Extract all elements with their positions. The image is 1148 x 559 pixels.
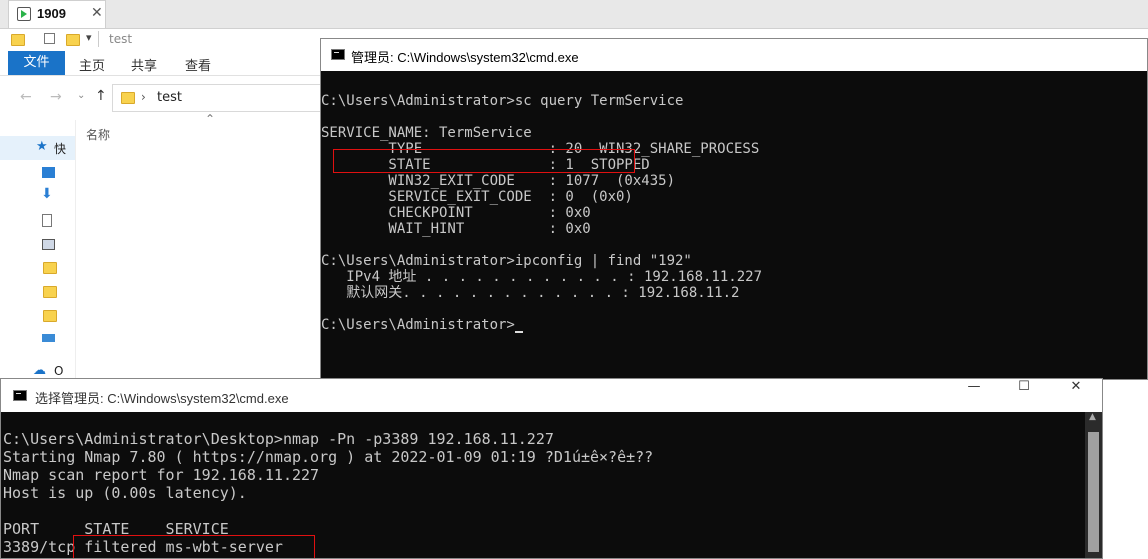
- console-line: Starting Nmap 7.80 ( https://nmap.org ) …: [3, 448, 654, 466]
- console-line: SERVICE_EXIT_CODE : 0 (0x0): [321, 189, 633, 205]
- star-icon: ★: [36, 139, 48, 154]
- highlight-box: [333, 149, 635, 173]
- column-header-name[interactable]: 名称: [86, 126, 110, 143]
- console-output[interactable]: C:\Users\Administrator>sc query TermServ…: [321, 71, 1147, 379]
- sort-up-icon: ⌃: [205, 112, 216, 126]
- up-icon[interactable]: ↑: [95, 88, 107, 104]
- cmd-window-admin[interactable]: 管理员: C:\Windows\system32\cmd.exe C:\User…: [320, 38, 1148, 380]
- console-line: C:\Users\Administrator\Desktop>nmap -Pn …: [3, 430, 554, 448]
- new-folder-icon[interactable]: [66, 34, 80, 46]
- folder-icon[interactable]: [43, 286, 57, 298]
- title-bar[interactable]: 管理员: C:\Windows\system32\cmd.exe: [321, 39, 1147, 71]
- title-bar[interactable]: 选择管理员: C:\Windows\system32\cmd.exe — ☐ ✕: [1, 379, 1102, 412]
- console-text: C:\Users\Administrator>sc query TermServ…: [321, 77, 762, 333]
- highlight-box: [73, 535, 315, 558]
- address-bar[interactable]: › test: [112, 84, 322, 112]
- vm-tab-bar: [0, 0, 1148, 29]
- console-line: Host is up (0.00s latency).: [3, 484, 247, 502]
- desktop-icon[interactable]: [42, 167, 55, 178]
- console-line: CHECKPOINT : 0x0: [321, 205, 591, 221]
- console-line: C:\Users\Administrator>ipconfig | find "…: [321, 253, 692, 269]
- nav-item-label: 快: [54, 142, 67, 156]
- window-title: 管理员: C:\Windows\system32\cmd.exe: [351, 50, 579, 65]
- folder-icon[interactable]: [43, 310, 57, 322]
- tab-home[interactable]: 主页: [79, 55, 105, 74]
- close-button[interactable]: ✕: [1053, 379, 1099, 409]
- close-icon[interactable]: ✕: [91, 5, 103, 21]
- quick-access-toolbar: ▾ test: [0, 29, 320, 51]
- scrollbar-thumb[interactable]: [1088, 432, 1099, 552]
- cmd-icon: [13, 390, 27, 401]
- cloud-icon[interactable]: ☁: [33, 363, 46, 378]
- nav-item-quick-access[interactable]: ★ 快: [0, 136, 75, 160]
- text-cursor: [514, 331, 523, 333]
- network-drive-icon[interactable]: [42, 334, 55, 342]
- console-output[interactable]: C:\Users\Administrator\Desktop>nmap -Pn …: [1, 412, 1102, 558]
- picture-icon[interactable]: [42, 239, 55, 250]
- forward-icon[interactable]: →: [50, 89, 62, 105]
- window-title: 选择管理员: C:\Windows\system32\cmd.exe: [35, 391, 289, 406]
- console-line: WIN32_EXIT_CODE : 1077 (0x435): [321, 173, 676, 189]
- folder-icon: [11, 34, 25, 46]
- folder-icon: [121, 92, 135, 104]
- window-title: test: [109, 32, 133, 46]
- maximize-button[interactable]: ☐: [1001, 379, 1047, 409]
- chevron-down-icon[interactable]: ▾: [86, 31, 92, 44]
- document-icon[interactable]: [42, 214, 52, 227]
- chevron-right-icon: ›: [141, 90, 146, 104]
- ribbon-tabs: 文件 主页 共享 查看: [0, 51, 320, 76]
- chevron-down-icon[interactable]: ⌄: [77, 90, 85, 101]
- vm-tab[interactable]: 1909 ✕: [8, 0, 106, 28]
- console-line: Nmap scan report for 192.168.11.227: [3, 466, 320, 484]
- console-line: C:\Users\Administrator>sc query TermServ…: [321, 93, 684, 109]
- address-folder: test: [157, 90, 182, 105]
- console-line: IPv4 地址 . . . . . . . . . . . . : 192.16…: [321, 269, 763, 285]
- vm-play-icon: [17, 7, 31, 21]
- properties-icon[interactable]: [44, 33, 55, 44]
- cmd-icon: [331, 49, 345, 60]
- folder-icon[interactable]: [43, 262, 57, 274]
- scroll-up-icon[interactable]: ▲: [1089, 412, 1096, 422]
- nav-item-label: O: [54, 364, 64, 378]
- console-line: WAIT_HINT : 0x0: [321, 221, 591, 237]
- vm-tab-title: 1909: [37, 6, 66, 21]
- divider: [98, 31, 99, 47]
- back-icon[interactable]: ←: [20, 89, 32, 105]
- minimize-button[interactable]: —: [951, 379, 997, 409]
- console-line: SERVICE_NAME: TermService: [321, 125, 532, 141]
- console-line: C:\Users\Administrator>: [321, 317, 515, 333]
- console-line: 默认网关. . . . . . . . . . . . . : 192.168.…: [321, 285, 740, 301]
- scrollbar[interactable]: ▲: [1085, 412, 1102, 558]
- tab-file[interactable]: 文件: [8, 51, 65, 75]
- cmd-window-selecting[interactable]: 选择管理员: C:\Windows\system32\cmd.exe — ☐ ✕…: [0, 378, 1103, 559]
- tab-view[interactable]: 查看: [185, 55, 211, 74]
- navigation-pane: › ★ 快 ⬇ ☁ O: [0, 120, 76, 380]
- tab-share[interactable]: 共享: [131, 55, 157, 74]
- download-icon[interactable]: ⬇: [41, 186, 53, 202]
